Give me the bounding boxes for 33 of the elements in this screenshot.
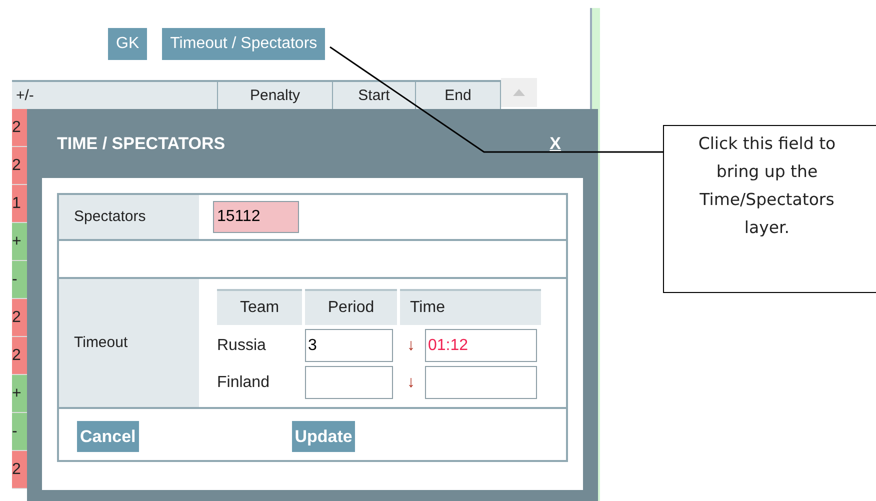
caret-up-icon (513, 89, 525, 96)
dialog-title: TIME / SPECTATORS (57, 132, 226, 155)
column-header: Time (400, 289, 541, 325)
column-header: Period (305, 289, 397, 325)
table-cell: - (12, 413, 27, 451)
toolbar-button[interactable]: GK (108, 28, 148, 60)
dialog-button[interactable]: Update (292, 421, 356, 452)
toolbar-button[interactable]: Timeout / Spectators (162, 28, 326, 60)
spectators-field[interactable]: 15112 (213, 201, 299, 233)
table-cell: 2 (12, 299, 27, 337)
table-cell: - (12, 261, 27, 299)
scroll-up-button[interactable] (501, 78, 537, 107)
time-field[interactable]: 01:12 (425, 329, 537, 362)
dialog-button[interactable]: Cancel (77, 421, 139, 452)
table-cell: 1 (12, 185, 27, 223)
close-link[interactable]: X (550, 130, 561, 156)
column-header: Team (217, 289, 302, 325)
field-label: Spectators (59, 195, 199, 239)
team-label: Finland (217, 372, 270, 392)
table-cell: 2 (12, 147, 27, 185)
table-cell: + (12, 375, 27, 413)
table-cell: 2 (12, 109, 27, 147)
period-field[interactable] (305, 366, 393, 399)
table-cell: 2 (12, 337, 27, 375)
time-field[interactable] (425, 366, 537, 399)
arrow-icon: ↓ (400, 370, 422, 394)
field-label: Timeout (59, 279, 199, 407)
table-cell: + (12, 223, 27, 261)
table-cell: 2 (12, 451, 27, 489)
team-label: Russia (217, 336, 267, 356)
callout-text: Click this field to bring up the Time/Spectators layer. (697, 133, 837, 239)
period-field[interactable]: 3 (305, 329, 393, 362)
arrow-icon: ↓ (400, 334, 422, 358)
